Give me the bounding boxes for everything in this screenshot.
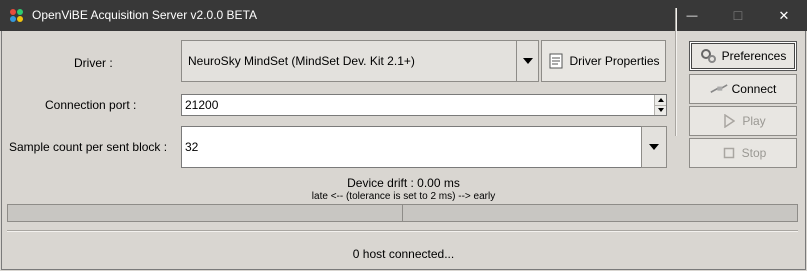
maximize-icon: ☐	[732, 8, 744, 23]
properties-icon	[547, 53, 565, 69]
sample-count-label: Sample count per sent block :	[9, 140, 168, 154]
driver-label: Driver :	[74, 56, 113, 70]
drift-gauge-center-marker	[402, 205, 403, 221]
maximize-button[interactable]: ☐	[715, 0, 761, 31]
window-title: OpenViBE Acquisition Server v2.0.0 BETA	[32, 8, 258, 22]
minimize-icon: —	[686, 9, 698, 22]
driver-properties-label: Driver Properties	[569, 54, 660, 68]
horizontal-separator-bottom	[7, 230, 798, 232]
sample-count-combo[interactable]	[181, 126, 642, 168]
driver-select-value: NeuroSky MindSet (MindSet Dev. Kit 2.1+)	[188, 54, 415, 68]
chevron-down-icon	[522, 58, 533, 64]
port-label: Connection port :	[45, 98, 137, 112]
status-text: 0 host connected...	[352, 247, 455, 261]
device-drift-title: Device drift : 0.00 ms	[347, 176, 460, 190]
stop-button[interactable]: Stop	[689, 138, 797, 168]
port-spinbox[interactable]	[181, 94, 667, 116]
vertical-separator	[675, 8, 677, 136]
title-bar: OpenViBE Acquisition Server v2.0.0 BETA …	[0, 0, 807, 31]
play-label: Play	[742, 114, 766, 128]
chevron-down-icon	[649, 144, 659, 150]
play-button[interactable]: Play	[689, 106, 797, 136]
sample-count-dropdown[interactable]	[641, 126, 667, 168]
driver-select-arrow[interactable]	[516, 41, 538, 81]
port-input[interactable]	[182, 95, 655, 115]
connect-icon	[710, 81, 728, 97]
port-spin-buttons	[654, 95, 666, 115]
openvibe-logo-icon	[10, 9, 23, 22]
spin-up-icon[interactable]	[655, 95, 666, 106]
preferences-icon	[700, 48, 718, 64]
stop-label: Stop	[741, 146, 767, 160]
close-icon: ✕	[778, 7, 790, 23]
connect-button[interactable]: Connect	[689, 74, 797, 104]
connect-label: Connect	[731, 82, 777, 96]
driver-select[interactable]: NeuroSky MindSet (MindSet Dev. Kit 2.1+)	[181, 40, 539, 82]
close-button[interactable]: ✕	[761, 0, 807, 31]
preferences-label: Preferences	[721, 49, 787, 63]
drift-tolerance-caption: late <-- (tolerance is set to 2 ms) --> …	[311, 191, 496, 202]
sample-count-input[interactable]	[182, 127, 642, 167]
drift-gauge	[7, 204, 798, 222]
play-icon	[720, 113, 738, 129]
driver-properties-button[interactable]: Driver Properties	[541, 40, 666, 82]
stop-icon	[720, 145, 738, 161]
spin-down-icon[interactable]	[655, 105, 666, 115]
preferences-button[interactable]: Preferences	[689, 41, 797, 71]
